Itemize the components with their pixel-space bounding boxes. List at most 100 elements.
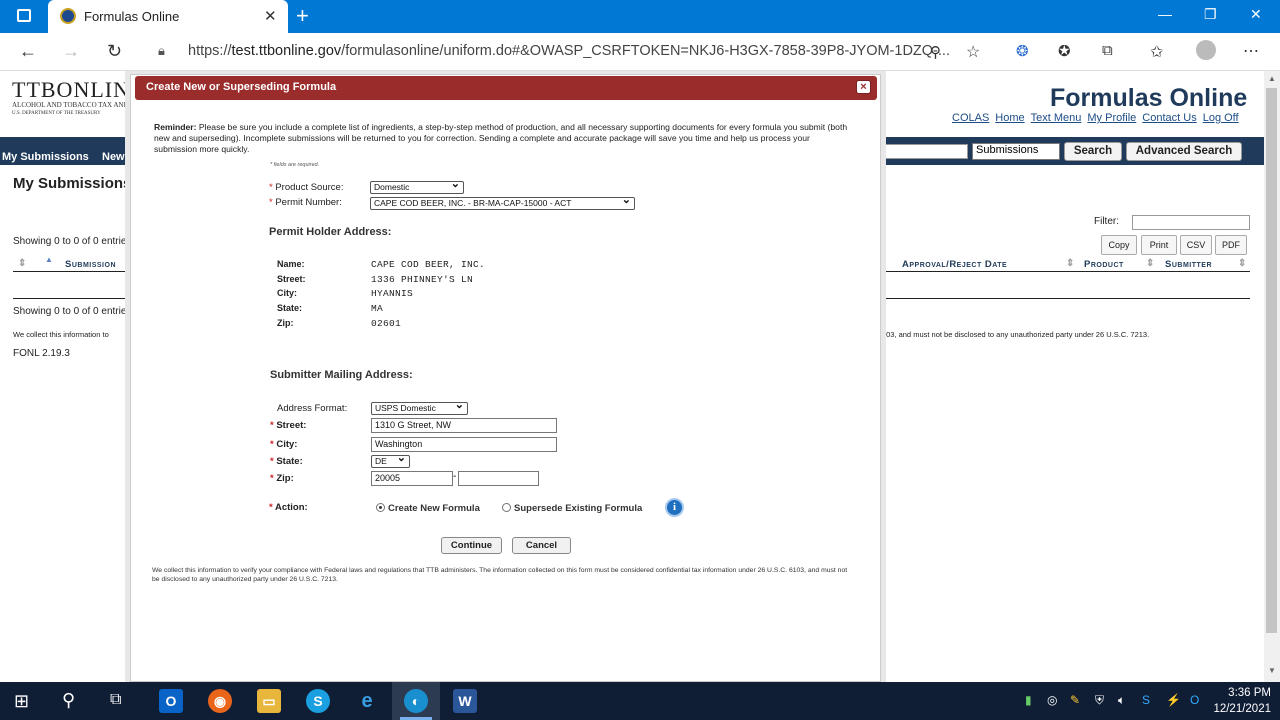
zip-input[interactable]: 20005	[371, 471, 453, 486]
forward-icon[interactable]: →	[62, 41, 80, 62]
file-explorer-icon[interactable]: ▭	[257, 689, 281, 713]
tab-actions-icon[interactable]	[17, 9, 31, 22]
task-view-icon[interactable]: ⧉	[110, 691, 121, 709]
state-select[interactable]: DE	[371, 453, 410, 468]
permit-number-select[interactable]: CAPE COD BEER, INC. - BR-MA-CAP-15000 - …	[370, 195, 635, 210]
windows-start-icon[interactable]: ⊞	[14, 691, 29, 712]
lock-icon[interactable]: 🔒︎	[158, 43, 165, 59]
sort-icon[interactable]: ⇕	[1146, 258, 1155, 269]
link-my-profile[interactable]: My Profile	[1087, 112, 1136, 124]
city-input[interactable]: Washington	[371, 437, 557, 452]
search-input[interactable]	[880, 144, 968, 159]
zip-label: * Zip:	[270, 473, 294, 484]
confidentiality-note: We collect this information to verify yo…	[152, 567, 848, 583]
formula-dialog	[130, 74, 881, 682]
sort-icon[interactable]: ⇕	[1066, 258, 1075, 269]
col-approval-date[interactable]: Approval/Reject Date	[902, 259, 1007, 270]
cancel-button[interactable]: Cancel	[512, 537, 571, 554]
pdf-button[interactable]: PDF	[1215, 235, 1247, 255]
url-text[interactable]: https://test.ttbonline.gov/formulasonlin…	[188, 43, 950, 59]
product-source-select[interactable]: Domestic	[370, 179, 464, 194]
col-submitter[interactable]: Submitter	[1165, 259, 1212, 270]
back-icon[interactable]: ←	[19, 41, 37, 62]
nav-my-submissions[interactable]: My Submissions	[2, 151, 89, 163]
version-label: FONL 2.19.3	[13, 348, 70, 359]
favorite-add-icon[interactable]: ☆	[966, 42, 980, 62]
supersede-label[interactable]: Supersede Existing Formula	[514, 503, 642, 514]
nav-new[interactable]: New	[102, 151, 125, 163]
link-log-off[interactable]: Log Off	[1203, 112, 1239, 124]
word-icon[interactable]: W	[453, 689, 477, 713]
col-product[interactable]: Product	[1084, 259, 1124, 270]
link-colas[interactable]: COLAS	[952, 112, 989, 124]
skype-icon[interactable]: S	[306, 689, 330, 713]
battery-icon[interactable]: ▮	[1025, 693, 1032, 707]
print-button[interactable]: Print	[1141, 235, 1177, 255]
new-tab-icon[interactable]: +	[296, 3, 309, 29]
close-window-icon[interactable]: ✕	[1250, 6, 1262, 23]
holder-state-label: State:	[277, 303, 303, 313]
shield-icon[interactable]: ⛨	[1095, 693, 1104, 708]
dialog-close-icon[interactable]: ×	[856, 80, 871, 94]
search-scope-select[interactable]: Submissions	[972, 143, 1060, 160]
collect-notice-right: .03, and must not be disclosed to any un…	[884, 330, 1150, 339]
extension-icon[interactable]: ❂	[1016, 42, 1029, 60]
permit-holder-heading: Permit Holder Address:	[269, 226, 392, 238]
system-clock[interactable]: 3:36 PM 12/21/2021	[1213, 685, 1271, 717]
extensions-puzzle-icon[interactable]: ⧉	[1102, 42, 1113, 59]
volume-icon[interactable]: 🔈︎	[1118, 693, 1125, 708]
vpn-tray-icon[interactable]: ⚡	[1166, 693, 1181, 707]
filter-input[interactable]	[1132, 215, 1250, 230]
sort-icon[interactable]: ⇕	[18, 258, 27, 269]
logo-subtitle-2: U.S. DEPARTMENT OF THE TREASURY	[12, 111, 101, 116]
minimize-icon[interactable]: —	[1158, 6, 1172, 22]
outlook-tray-icon[interactable]: O	[1190, 693, 1199, 707]
sort-asc-icon[interactable]: ▲	[45, 255, 53, 264]
holder-name-value: CAPE COD BEER, INC.	[371, 259, 486, 270]
supersede-radio[interactable]	[502, 503, 511, 512]
zip-ext-input[interactable]	[458, 471, 539, 486]
link-contact-us[interactable]: Contact Us	[1142, 112, 1196, 124]
profile-avatar[interactable]	[1196, 40, 1216, 60]
search-taskbar-icon[interactable]: ⚲	[62, 690, 75, 711]
csv-button[interactable]: CSV	[1180, 235, 1212, 255]
notes-tray-icon[interactable]: ✎	[1070, 693, 1080, 707]
holder-street-value: 1336 PHINNEY'S LN	[371, 274, 474, 285]
holder-city-value: HYANNIS	[371, 288, 414, 299]
restore-icon[interactable]: ❐	[1204, 6, 1217, 23]
tracking-icon[interactable]: ✪	[1058, 42, 1071, 60]
showing-entries-top: Showing 0 to 0 of 0 entries	[13, 236, 132, 247]
street-input[interactable]: 1310 G Street, NW	[371, 418, 557, 433]
zoom-icon[interactable]: ⚲	[930, 43, 941, 61]
outlook-icon[interactable]: O	[159, 689, 183, 713]
edge-icon[interactable]: ◐	[404, 689, 428, 713]
scroll-down-icon[interactable]: ▼	[1268, 666, 1276, 675]
link-text-menu[interactable]: Text Menu	[1031, 112, 1082, 124]
sort-icon[interactable]: ⇕	[1238, 258, 1247, 269]
tab-close-icon[interactable]: ✕	[264, 7, 277, 25]
page-title: My Submissions	[13, 175, 132, 192]
link-home[interactable]: Home	[995, 112, 1024, 124]
clock-time: 3:36 PM	[1228, 687, 1271, 699]
create-new-radio[interactable]	[376, 503, 385, 512]
advanced-search-button[interactable]: Advanced Search	[1126, 142, 1242, 161]
showing-entries-bottom: Showing 0 to 0 of 0 entries	[13, 306, 132, 317]
app-title: Formulas Online	[1050, 84, 1248, 112]
skype-tray-icon[interactable]: S	[1142, 693, 1150, 707]
info-icon[interactable]: i	[665, 498, 684, 517]
chrome-tray-icon[interactable]: ◎	[1047, 693, 1057, 707]
more-menu-icon[interactable]: ⋯	[1243, 41, 1259, 61]
continue-button[interactable]: Continue	[441, 537, 502, 554]
permit-number-label: * Permit Number:	[269, 197, 342, 208]
col-submission[interactable]: Submission	[65, 259, 116, 270]
scrollbar-thumb[interactable]	[1266, 88, 1277, 633]
copy-button[interactable]: Copy	[1101, 235, 1137, 255]
scroll-up-icon[interactable]: ▲	[1268, 74, 1276, 83]
firefox-icon[interactable]: ◉	[208, 689, 232, 713]
refresh-icon[interactable]: ↻	[107, 41, 122, 62]
favorites-icon[interactable]: ✩	[1150, 42, 1163, 62]
internet-explorer-icon[interactable]: e	[355, 689, 379, 713]
address-format-select[interactable]: USPS Domestic	[371, 400, 468, 415]
create-new-label[interactable]: Create New Formula	[388, 503, 480, 514]
search-button[interactable]: Search	[1064, 142, 1122, 161]
